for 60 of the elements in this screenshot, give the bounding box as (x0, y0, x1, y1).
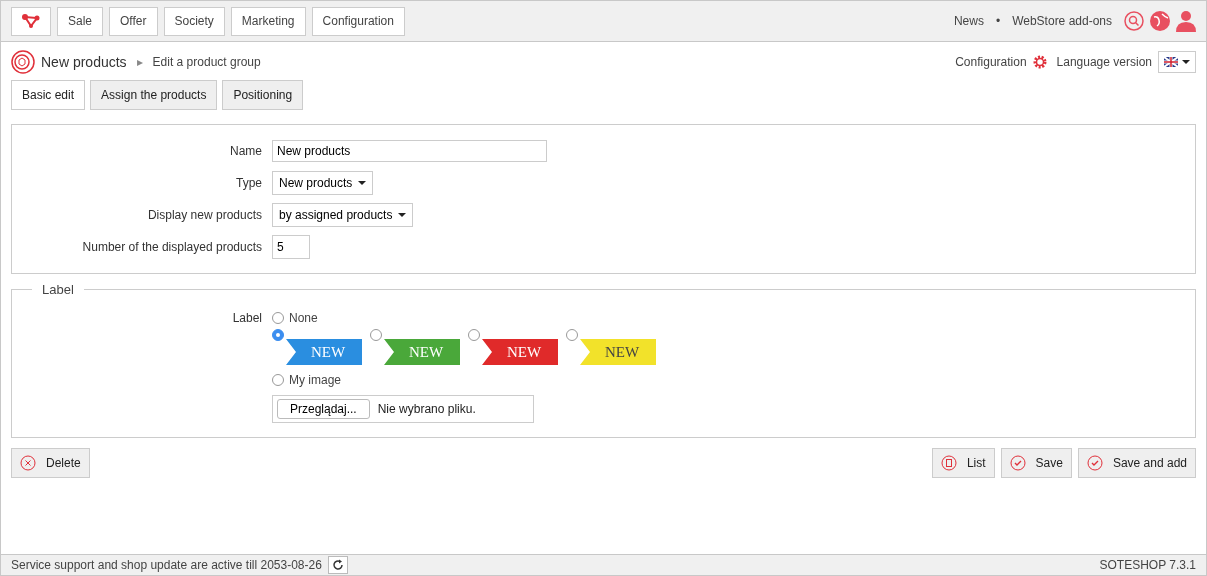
radio-button[interactable] (566, 329, 578, 341)
action-button[interactable]: List (931, 448, 995, 478)
field-label: Type (235, 176, 262, 190)
status-text: Service support and shop update are active till 2053-08-26 (11, 558, 322, 572)
user-icon[interactable] (1176, 10, 1196, 32)
file-field[interactable]: Przeglądaj... Nie wybrano pliku. (272, 395, 534, 423)
ribbon-badge: NEW (482, 339, 558, 365)
ribbon-badge: NEW (286, 339, 362, 365)
menu-button[interactable]: Configuration (311, 6, 405, 36)
refresh-icon (331, 559, 344, 571)
input-field[interactable]: 5 (272, 235, 310, 259)
action-button[interactable]: Save and add (1077, 448, 1196, 478)
dropdown[interactable]: by assigned products (272, 203, 414, 227)
field-label: Label (231, 311, 262, 325)
configuration-link[interactable]: Configuration (955, 55, 1027, 69)
radio-button[interactable] (272, 374, 284, 386)
breadcrumb-arrow: ▸ (136, 55, 143, 69)
page-title: New products (41, 54, 127, 70)
tab[interactable]: Assign the products (90, 80, 218, 110)
breadcrumb-current: Edit a product group (152, 55, 261, 69)
radio-label: My image (289, 373, 341, 387)
language-label: Language version (1056, 55, 1152, 69)
field-label: Display new products (146, 208, 262, 222)
top-link[interactable]: WebStore add-ons (1012, 14, 1112, 28)
dropdown[interactable]: New products (272, 171, 374, 195)
flag-icon (1164, 57, 1178, 67)
top-link[interactable]: News (953, 14, 984, 28)
radio-label: None (289, 311, 318, 325)
checkmark-icon (1086, 455, 1103, 471)
separator-dot: • (995, 14, 1001, 28)
radio-button[interactable] (468, 329, 480, 341)
section-legend: Label (32, 282, 84, 297)
browse-button[interactable]: Przeglądaj... (277, 399, 370, 419)
input-field[interactable]: New products (272, 140, 547, 162)
logo-icon (22, 14, 40, 28)
language-select[interactable] (1158, 51, 1196, 73)
ribbon-badge: NEW (580, 339, 656, 365)
checkmark-icon (1009, 455, 1026, 471)
version-text: SOTESHOP 7.3.1 (1099, 558, 1196, 572)
search-icon[interactable] (1124, 11, 1144, 31)
file-status: Nie wybrano pliku. (377, 402, 476, 416)
gear-icon[interactable] (1032, 55, 1047, 69)
tab[interactable]: Positioning (222, 80, 304, 110)
document-icon (940, 455, 957, 471)
radio-button[interactable] (272, 329, 284, 341)
radio-button[interactable] (272, 312, 284, 324)
radio-button[interactable] (370, 329, 382, 341)
tab[interactable]: Basic edit (11, 80, 86, 110)
delete-button[interactable]: Delete (11, 448, 90, 478)
menu-button[interactable]: Sale (57, 6, 104, 36)
logo-button[interactable] (11, 6, 51, 36)
menu-button[interactable]: Society (163, 6, 225, 36)
ribbon-badge: NEW (384, 339, 460, 365)
menu-button[interactable]: Marketing (230, 6, 306, 36)
field-label: Number of the displayed products (81, 240, 262, 254)
menu-button[interactable]: Offer (109, 6, 158, 36)
field-label: Name (229, 144, 262, 158)
action-button[interactable]: Save (1000, 448, 1072, 478)
refresh-button[interactable] (327, 556, 348, 574)
close-icon (20, 455, 36, 471)
